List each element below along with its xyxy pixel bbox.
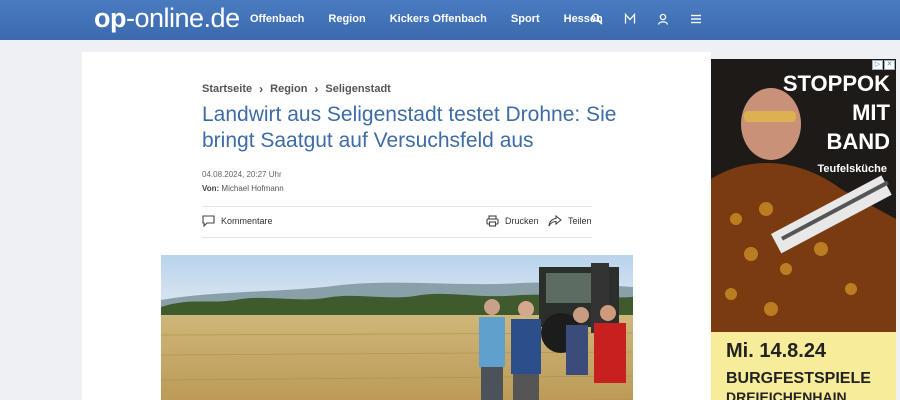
ad-subtitle: Teufelsküche [817,163,888,175]
comments-label: Kommentare [221,216,273,226]
share-icon [548,215,562,227]
chevron-right-icon: › [314,82,319,96]
ad-visual: STOPPOK MIT BAND Teufelsküche [711,59,896,332]
comment-icon [202,215,215,227]
user-icon[interactable] [654,10,672,28]
site-header: op-online.de Offenbach Region Kickers Of… [0,0,900,40]
printer-icon [486,215,499,227]
share-label: Teilen [568,216,592,226]
ad-info-panel: Mi. 14.8.24 BURGFESTSPIELE DREIEICHENHAI… [711,332,896,400]
ad-line-3: BAND [826,129,890,154]
author-link[interactable]: Michael Hofmann [221,184,283,193]
breadcrumb-region[interactable]: Region [270,83,307,95]
site-logo[interactable]: op-online.de [94,3,240,34]
article-photo [161,255,633,400]
advertisement[interactable]: STOPPOK MIT BAND Teufelsküche Mi. 14.8.2… [711,59,896,400]
main-nav: Offenbach Region Kickers Offenbach Sport… [250,13,627,25]
ad-choices: ▷ ✕ [871,60,895,70]
ad-location: DREIEICHENHAIN [726,389,847,400]
nav-item-kickers-offenbach[interactable]: Kickers Offenbach [390,13,487,25]
nav-item-region[interactable]: Region [328,13,365,25]
merkliste-icon[interactable] [621,10,639,28]
breadcrumb-startseite[interactable]: Startseite [202,83,252,95]
publish-date: 04.08.2024, 20:27 Uhr [202,170,282,179]
article-meta: 04.08.2024, 20:27 Uhr Von: Michael Hofma… [202,168,284,196]
byline: Von: Michael Hofmann [202,182,284,196]
nav-item-offenbach[interactable]: Offenbach [250,13,304,25]
breadcrumb: Startseite › Region › Seligenstadt [202,82,391,96]
print-button[interactable]: Drucken [486,215,539,227]
share-button[interactable]: Teilen [548,215,592,227]
ad-event: BURGFESTSPIELE [726,370,871,387]
menu-icon[interactable] [687,10,705,28]
article-headline: Landwirt aus Seligenstadt testet Drohne:… [202,103,617,152]
ad-date: Mi. 14.8.24 [726,340,827,362]
search-icon[interactable] [588,10,606,28]
ad-line-1: STOPPOK [782,71,890,96]
header-icons [588,10,720,28]
breadcrumb-seligenstadt[interactable]: Seligenstadt [325,83,390,95]
ad-close-icon[interactable]: ✕ [884,60,895,70]
print-label: Drucken [505,216,539,226]
nav-item-sport[interactable]: Sport [511,13,540,25]
ad-headline: STOPPOK MIT BAND [783,69,890,156]
chevron-right-icon: › [259,82,264,96]
ad-info-icon[interactable]: ▷ [872,60,883,70]
ad-line-2: MIT [852,100,890,125]
article-card: Startseite › Region › Seligenstadt Landw… [82,52,711,400]
byline-label: Von: [202,184,220,193]
article-actions: Kommentare Drucken Teilen [202,206,592,238]
comments-button[interactable]: Kommentare [202,215,273,227]
